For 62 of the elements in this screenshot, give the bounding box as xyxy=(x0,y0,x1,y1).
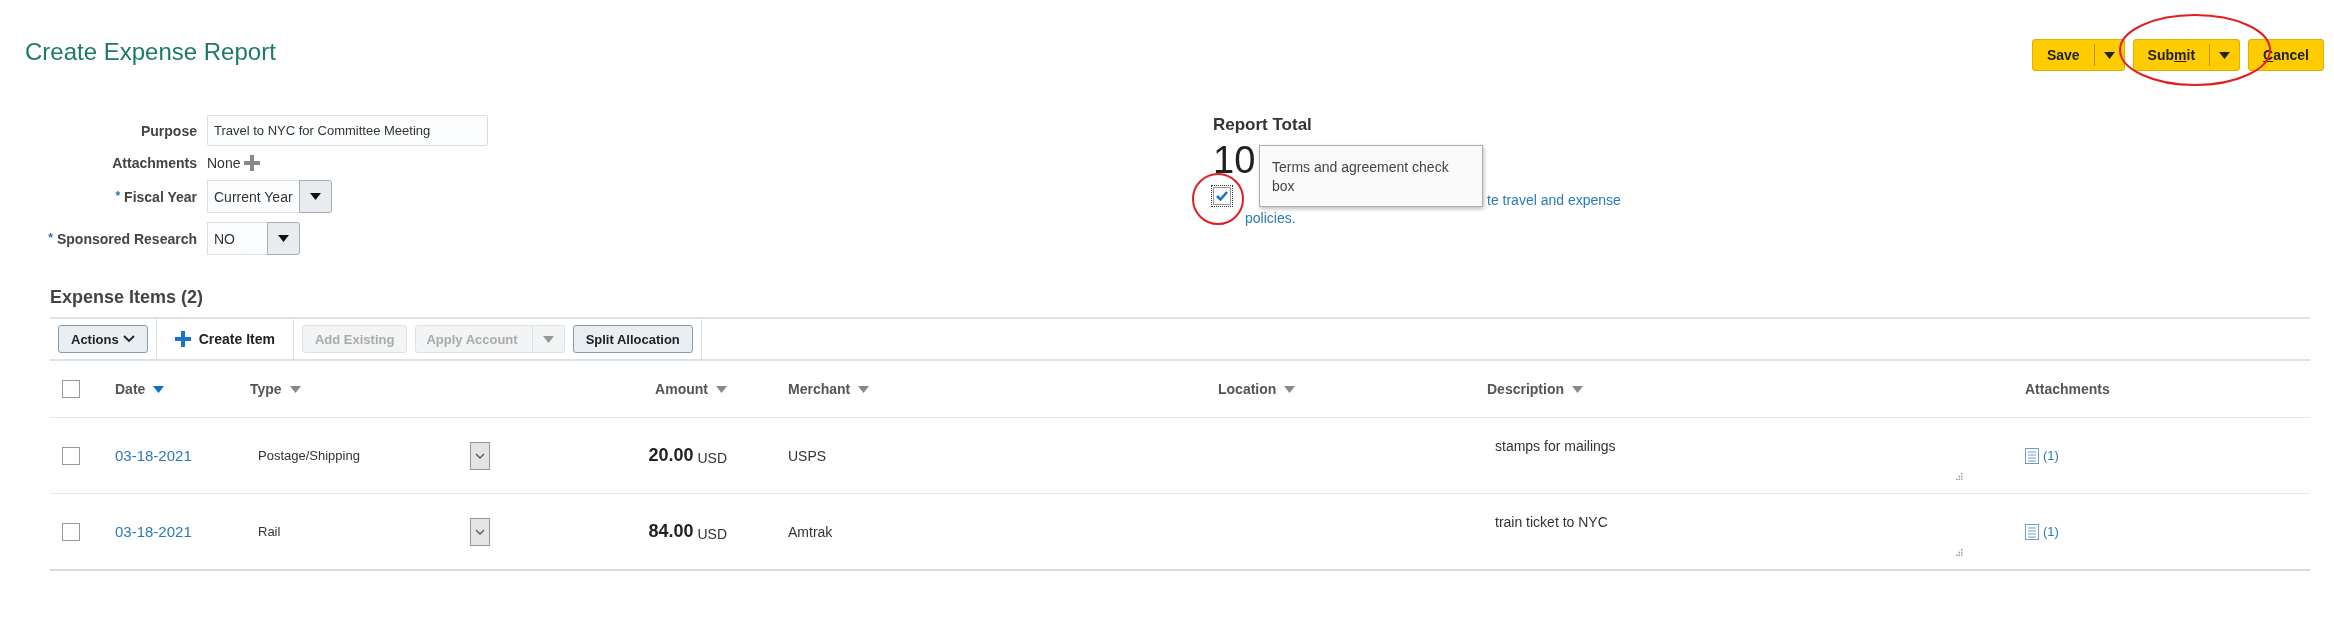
type-dropdown-button[interactable] xyxy=(470,517,490,546)
dropdown-button[interactable] xyxy=(298,180,332,213)
report-total-amount: 10 xyxy=(1213,138,1256,183)
column-header[interactable]: Location xyxy=(1218,381,1277,397)
add-icon[interactable] xyxy=(244,155,261,171)
attachments-link[interactable]: (1) xyxy=(2043,524,2059,539)
amount-cell: 84.00 xyxy=(648,521,694,542)
actions-menu-button[interactable]: Actions xyxy=(58,325,148,353)
document-icon[interactable] xyxy=(2025,447,2039,464)
document-icon[interactable] xyxy=(2025,523,2039,540)
plus-icon xyxy=(174,331,191,347)
merchant-cell: USPS xyxy=(788,447,827,464)
description-cell: train ticket to NYC xyxy=(1495,514,1608,530)
dropdown-arrow-icon xyxy=(278,235,289,242)
column-header[interactable]: Amount xyxy=(655,381,708,397)
agreement-checkbox[interactable] xyxy=(1213,187,1231,205)
column-header[interactable]: Date xyxy=(115,381,146,397)
currency-label: USD xyxy=(697,450,727,466)
page-title: Create Expense Report xyxy=(25,37,276,67)
row-checkbox[interactable] xyxy=(62,446,80,465)
tooltip: Terms and agreement check box xyxy=(1259,145,1483,207)
date-link[interactable]: 03-18-2021 xyxy=(115,523,192,540)
column-header[interactable]: Merchant xyxy=(788,381,851,397)
merchant-cell: Amtrak xyxy=(788,523,833,540)
split-button[interactable]: Submit xyxy=(2132,39,2241,71)
resize-handle-icon[interactable] xyxy=(1956,549,1963,556)
row-checkbox[interactable] xyxy=(62,522,80,541)
toolbar-button[interactable]: Split Allocation xyxy=(572,325,693,353)
field-label: Attachments xyxy=(111,155,197,171)
split-button[interactable]: Save xyxy=(2031,39,2125,71)
select-field[interactable]: NO xyxy=(207,222,267,255)
column-header[interactable]: Description xyxy=(1487,381,1564,397)
dropdown-arrow-icon xyxy=(2219,51,2231,59)
type-dropdown-button[interactable] xyxy=(470,441,490,470)
dropdown-button[interactable] xyxy=(267,222,300,255)
section-title: Expense Items (2) xyxy=(50,286,205,309)
description-cell: stamps for mailings xyxy=(1495,438,1616,454)
chevron-down-icon xyxy=(475,528,485,535)
dropdown-arrow-icon xyxy=(309,193,321,200)
column-header[interactable]: Type xyxy=(250,381,282,397)
field-label: Purpose xyxy=(140,122,197,139)
type-cell: Postage/Shipping xyxy=(258,448,360,463)
dropdown-arrow-icon xyxy=(2103,51,2115,59)
attachments-link[interactable]: (1) xyxy=(2043,448,2059,463)
select-field[interactable]: Current Year xyxy=(207,180,299,213)
annotation-circle xyxy=(1191,172,1245,226)
chevron-down-icon xyxy=(475,452,485,459)
attachments-value: None xyxy=(207,155,241,171)
purpose-field[interactable]: Travel to NYC for Committee Meeting xyxy=(207,115,488,146)
report-total-label: Report Total xyxy=(1213,115,1313,135)
column-header[interactable]: Attachments xyxy=(2025,381,2110,397)
type-cell: Rail xyxy=(258,524,281,539)
chevron-down-icon xyxy=(122,335,135,343)
dropdown-arrow-icon xyxy=(542,335,554,343)
create-item-button[interactable]: Create Item xyxy=(164,331,285,347)
date-link[interactable]: 03-18-2021 xyxy=(115,447,192,464)
field-label: * Fiscal Year xyxy=(114,188,197,205)
resize-handle-icon[interactable] xyxy=(1956,473,1963,480)
currency-label: USD xyxy=(697,526,727,542)
select-all-checkbox[interactable] xyxy=(62,380,80,398)
field-label: * Sponsored Research xyxy=(47,230,197,247)
amount-cell: 20.00 xyxy=(648,445,694,466)
